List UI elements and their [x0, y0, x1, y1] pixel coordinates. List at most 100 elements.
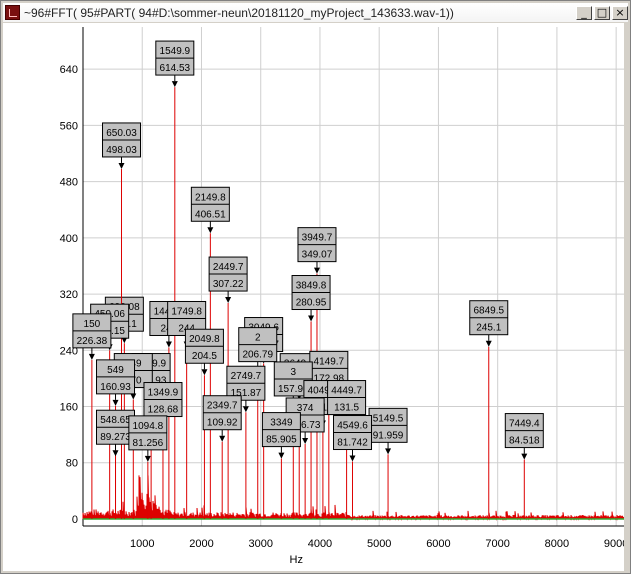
- x-tick-label: 4000: [308, 538, 332, 550]
- y-tick-label: 320: [60, 289, 78, 301]
- peak-label: 3849.8 280.95: [291, 275, 331, 316]
- y-tick-label: 560: [60, 120, 78, 132]
- y-tick-label: 0: [72, 514, 78, 526]
- peak-amp-label: 307.22: [213, 279, 244, 290]
- peak-freq-label: 2049.8: [189, 334, 220, 345]
- peak-marker: [485, 340, 492, 347]
- peak-marker: [219, 435, 226, 442]
- peak-marker: [225, 297, 232, 304]
- peak-marker: [207, 227, 214, 234]
- peak-amp-label: 204.5: [192, 351, 217, 362]
- peak-marker: [521, 453, 528, 460]
- noise-floor: [82, 475, 628, 521]
- peak-marker: [112, 450, 119, 457]
- peak-marker: [144, 455, 151, 462]
- peak-label: 549 160.93: [96, 359, 136, 400]
- peak-amp-label: 349.07: [302, 250, 333, 261]
- chart-area: 1000 2000 3000 4000 5000 6000 7000 8000 9000 0 80 1…: [3, 23, 628, 571]
- peak-freq-label: 548.65: [100, 415, 131, 426]
- peak-amp-label: 226.38: [77, 336, 108, 347]
- y-tick-label: 160: [60, 402, 78, 414]
- peak-freq-label: 1349.9: [148, 388, 179, 399]
- fft-chart: 1000 2000 3000 4000 5000 6000 7000 8000 90000801…: [60, 27, 628, 566]
- peak-label: 2049.8 204.5: [184, 328, 224, 370]
- peak-freq-label: 150: [84, 319, 101, 330]
- peak-label: 2 206.79: [238, 327, 278, 368]
- peak-freq-label: 650.03: [106, 128, 137, 139]
- peak-label: 2149.8 406.51: [190, 186, 230, 228]
- peak-amp-label: 81.256: [133, 438, 164, 449]
- peak-freq-label: 1749.8: [171, 306, 202, 317]
- peak-marker: [201, 369, 208, 376]
- peak-amp-label: 280.95: [296, 298, 327, 309]
- title-bar[interactable]: ~96#FFT( 95#PART( 94#D:\sommer-neun\2018…: [3, 3, 628, 22]
- peak-amp-label: 91.959: [373, 430, 404, 441]
- close-button[interactable]: ×: [612, 5, 628, 20]
- peak-freq-label: 2449.7: [213, 262, 244, 273]
- peak-freq-label: 5149.5: [373, 413, 404, 424]
- x-tick-label: 8000: [545, 538, 569, 550]
- peak-freq-label: 3: [291, 367, 297, 378]
- peak-amp-label: 131.5: [334, 403, 359, 414]
- peak-marker: [308, 315, 315, 322]
- x-tick-label: 5000: [367, 538, 391, 550]
- peak-freq-label: 549: [107, 365, 124, 376]
- peak-label: 7449.4 84.518: [504, 413, 544, 454]
- peak-amp-label: 81.742: [337, 438, 368, 449]
- peak-marker: [313, 267, 320, 274]
- peak-label: 3349 85.905: [261, 412, 301, 453]
- peak-amp-label: 109.92: [207, 418, 238, 429]
- peak-marker: [171, 81, 178, 88]
- peak-freq-label: 3349: [270, 418, 293, 429]
- minimize-button[interactable]: _: [576, 5, 592, 20]
- x-tick-label: 7000: [485, 538, 509, 550]
- y-tick-label: 480: [60, 177, 78, 189]
- x-tick-label: 3000: [248, 538, 272, 550]
- peak-freq-label: 4149.7: [314, 356, 345, 367]
- y-tick-label: 400: [60, 233, 78, 245]
- peak-amp-label: 128.68: [148, 405, 179, 416]
- peak-freq-label: 1094.8: [133, 421, 164, 432]
- peak-label: 6849.5 245.1: [469, 300, 509, 341]
- maximize-button[interactable]: □: [594, 5, 610, 20]
- peak-label: 2449.7 307.22: [208, 256, 248, 298]
- peak-amp-label: 84.518: [509, 436, 540, 447]
- peak-label: 2349.7 109.92: [202, 395, 242, 436]
- peak-marker: [112, 399, 119, 406]
- peak-freq-label: 6849.5: [473, 306, 504, 317]
- y-tick-label: 640: [60, 64, 78, 76]
- peak-marker: [242, 406, 249, 413]
- peak-freq-label: 2: [255, 333, 261, 344]
- peak-freq-label: 4549.6: [337, 421, 368, 432]
- peak-label: 1549.9 614.53: [155, 40, 195, 82]
- peak-freq-label: 3949.7: [302, 233, 333, 244]
- peak-label: 1094.8 81.256: [128, 415, 168, 456]
- peak-marker: [302, 437, 309, 444]
- peak-label: 4449.7 131.5: [327, 380, 367, 421]
- peak-amp-label: 89.273: [100, 432, 131, 443]
- peak-amp-label: 245.1: [476, 323, 501, 334]
- x-axis-label: Hz: [290, 554, 303, 566]
- x-tick-label: 6000: [426, 538, 450, 550]
- peak-amp-label: 85.905: [266, 435, 297, 446]
- peak-amp-label: 614.53: [160, 63, 191, 74]
- peak-amp-label: 160.93: [100, 382, 131, 393]
- peak-marker: [349, 455, 356, 462]
- peak-label: 150 226.38: [72, 313, 112, 354]
- window-title: ~96#FFT( 95#PART( 94#D:\sommer-neun\2018…: [24, 5, 454, 20]
- peak-marker: [118, 162, 125, 169]
- peak-marker: [278, 452, 285, 459]
- peak-marker: [165, 341, 172, 348]
- peak-marker: [88, 353, 95, 360]
- peak-amp-label: 206.79: [242, 350, 273, 361]
- x-tick-label: 2000: [189, 538, 213, 550]
- peak-amp-label: 406.51: [195, 209, 226, 220]
- peak-marker: [385, 448, 392, 455]
- scrollbar-edge[interactable]: [624, 23, 630, 571]
- y-tick-label: 80: [66, 458, 78, 470]
- peak-label: 3949.7 349.07: [297, 227, 337, 268]
- x-tick-label: 1000: [130, 538, 154, 550]
- peak-amp-label: 498.03: [106, 145, 137, 156]
- app-icon[interactable]: [5, 5, 20, 20]
- peak-label: 650.03 498.03: [102, 122, 142, 163]
